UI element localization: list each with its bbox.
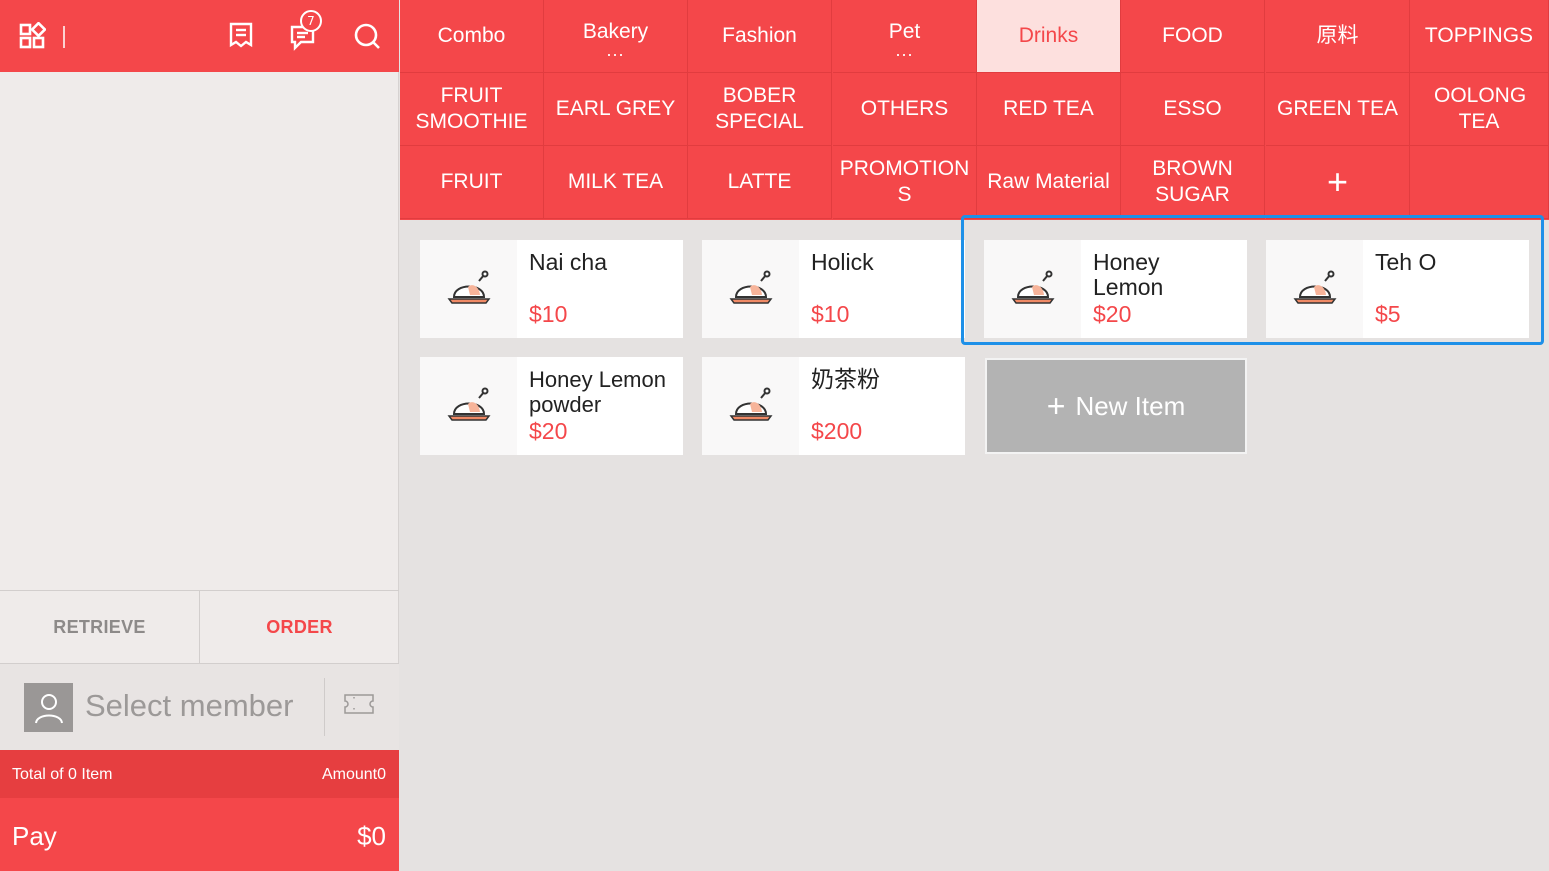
- category-label: PROMOTION S: [839, 157, 970, 206]
- category-food[interactable]: FOOD: [1121, 0, 1265, 73]
- order-actions: RETRIEVE ORDER: [0, 590, 399, 664]
- category-label: Combo: [437, 24, 506, 48]
- category-raw-ingredients[interactable]: 原料: [1266, 0, 1410, 73]
- total-amount-label: Amount0: [321, 766, 386, 783]
- message-count-badge: 7: [300, 10, 322, 32]
- category-drinks[interactable]: Drinks: [977, 0, 1121, 73]
- category-label: ESSO: [1163, 97, 1222, 121]
- category-bober-special[interactable]: BOBER SPECIAL: [688, 73, 832, 146]
- new-item-label: New Item: [1075, 390, 1186, 421]
- product-name: Holick: [811, 249, 874, 275]
- member-avatar-icon: [24, 683, 73, 732]
- category-raw-material[interactable]: Raw Material: [977, 146, 1121, 219]
- category-fashion[interactable]: Fashion: [688, 0, 832, 73]
- category-label: BOBER SPECIAL: [715, 84, 804, 133]
- category-milk-tea[interactable]: MILK TEA: [544, 146, 688, 219]
- category-label: RED TEA: [1003, 97, 1094, 121]
- category-earl-grey[interactable]: EARL GREY: [544, 73, 688, 146]
- category-oolong-tea[interactable]: OOLONG TEA: [1410, 73, 1549, 146]
- food-dish-icon: [420, 240, 517, 338]
- category-label: MILK TEA: [567, 170, 664, 194]
- product-name: 奶茶粉: [811, 366, 880, 392]
- category-label: GREEN TEA: [1277, 97, 1398, 121]
- product-card-honey-lemon[interactable]: Honey Lemon $20: [984, 240, 1247, 338]
- total-items-label: Total of 0 Item: [12, 766, 113, 783]
- product-price: $10: [811, 301, 850, 327]
- food-dish-icon: [1266, 240, 1363, 338]
- product-price: $20: [529, 418, 568, 444]
- product-price: $10: [529, 301, 568, 327]
- product-name: Nai cha: [529, 249, 607, 275]
- new-item-button[interactable]: + New Item: [985, 358, 1247, 454]
- messages-icon[interactable]: 7: [284, 10, 324, 56]
- category-red-tea[interactable]: RED TEA: [977, 73, 1121, 146]
- pay-label: Pay: [12, 821, 57, 851]
- plus-icon: +: [1326, 161, 1349, 203]
- food-dish-icon: [702, 240, 799, 338]
- category-label: OTHERS: [860, 97, 949, 121]
- select-member-label: Select member: [85, 688, 294, 723]
- category-label: LATTE: [727, 170, 792, 194]
- product-price: $200: [811, 418, 863, 444]
- add-category-button[interactable]: +: [1266, 146, 1410, 219]
- category-label: OOLONG TEA: [1434, 84, 1527, 133]
- category-pet[interactable]: Pet...: [833, 0, 977, 73]
- category-empty-slot: [1410, 146, 1549, 219]
- category-grid: Combo Bakery... Fashion Pet... Drinks FO…: [400, 0, 1549, 220]
- category-label: EARL GREY: [555, 97, 676, 121]
- order-toolbar: 7: [0, 0, 399, 72]
- product-card-milk-tea-powder[interactable]: 奶茶粉 $200: [702, 357, 965, 455]
- more-indicator: ...: [895, 39, 914, 60]
- product-card-holick[interactable]: Holick $10: [702, 240, 965, 338]
- food-dish-icon: [420, 357, 517, 455]
- plus-icon: +: [1046, 387, 1066, 424]
- retrieve-button[interactable]: RETRIEVE: [0, 591, 200, 663]
- category-label: Raw Material: [987, 170, 1110, 194]
- category-esso[interactable]: ESSO: [1121, 73, 1265, 146]
- category-toppings[interactable]: TOPPINGS: [1410, 0, 1549, 73]
- food-dish-icon: [702, 357, 799, 455]
- category-bakery[interactable]: Bakery...: [544, 0, 688, 73]
- product-name: Honey Lemon: [1093, 249, 1164, 300]
- product-name: Honey Lemon powder: [529, 367, 666, 417]
- order-button[interactable]: ORDER: [200, 591, 399, 663]
- apps-icon[interactable]: [12, 16, 52, 56]
- category-latte[interactable]: LATTE: [688, 146, 832, 219]
- coupon-icon[interactable]: [343, 693, 381, 721]
- food-dish-icon: [984, 240, 1081, 338]
- category-fruit-smoothie[interactable]: FRUIT SMOOTHIE: [400, 73, 544, 146]
- search-icon[interactable]: [347, 16, 387, 56]
- category-fruit[interactable]: FRUIT: [400, 146, 544, 219]
- product-name: Teh O: [1375, 249, 1437, 275]
- category-label: FRUIT SMOOTHIE: [415, 84, 528, 133]
- order-total-bar: Total of 0 Item Amount0: [0, 750, 399, 798]
- category-promotions[interactable]: PROMOTION S: [833, 146, 977, 219]
- order-panel: 7 RETRIEVE ORDER Select member Total of …: [0, 0, 399, 871]
- category-label: 原料: [1316, 24, 1359, 48]
- category-green-tea[interactable]: GREEN TEA: [1266, 73, 1410, 146]
- category-label: FRUIT: [440, 170, 503, 194]
- product-card-nai-cha[interactable]: Nai cha $10: [420, 240, 683, 338]
- category-label: TOPPINGS: [1424, 24, 1534, 48]
- member-divider: [324, 678, 325, 736]
- product-price: $5: [1375, 301, 1401, 327]
- category-brown-sugar[interactable]: BROWN SUGAR: [1121, 146, 1265, 219]
- product-price: $20: [1093, 301, 1132, 327]
- pay-button[interactable]: Pay $0: [0, 798, 399, 871]
- category-others[interactable]: OTHERS: [833, 73, 977, 146]
- receipt-icon[interactable]: [221, 16, 261, 56]
- category-label: FOOD: [1162, 24, 1223, 48]
- toolbar-divider: [63, 26, 65, 48]
- product-card-honey-lemon-powder[interactable]: Honey Lemon powder $20: [420, 357, 683, 455]
- category-label: Drinks: [1018, 24, 1079, 48]
- category-combo[interactable]: Combo: [400, 0, 544, 73]
- pay-amount: $0: [357, 821, 386, 851]
- product-card-teh-o[interactable]: Teh O $5: [1266, 240, 1529, 338]
- category-label: BROWN SUGAR: [1152, 157, 1233, 206]
- more-indicator: ...: [606, 39, 625, 60]
- member-selector[interactable]: Select member: [0, 664, 399, 750]
- category-label: Fashion: [722, 24, 797, 48]
